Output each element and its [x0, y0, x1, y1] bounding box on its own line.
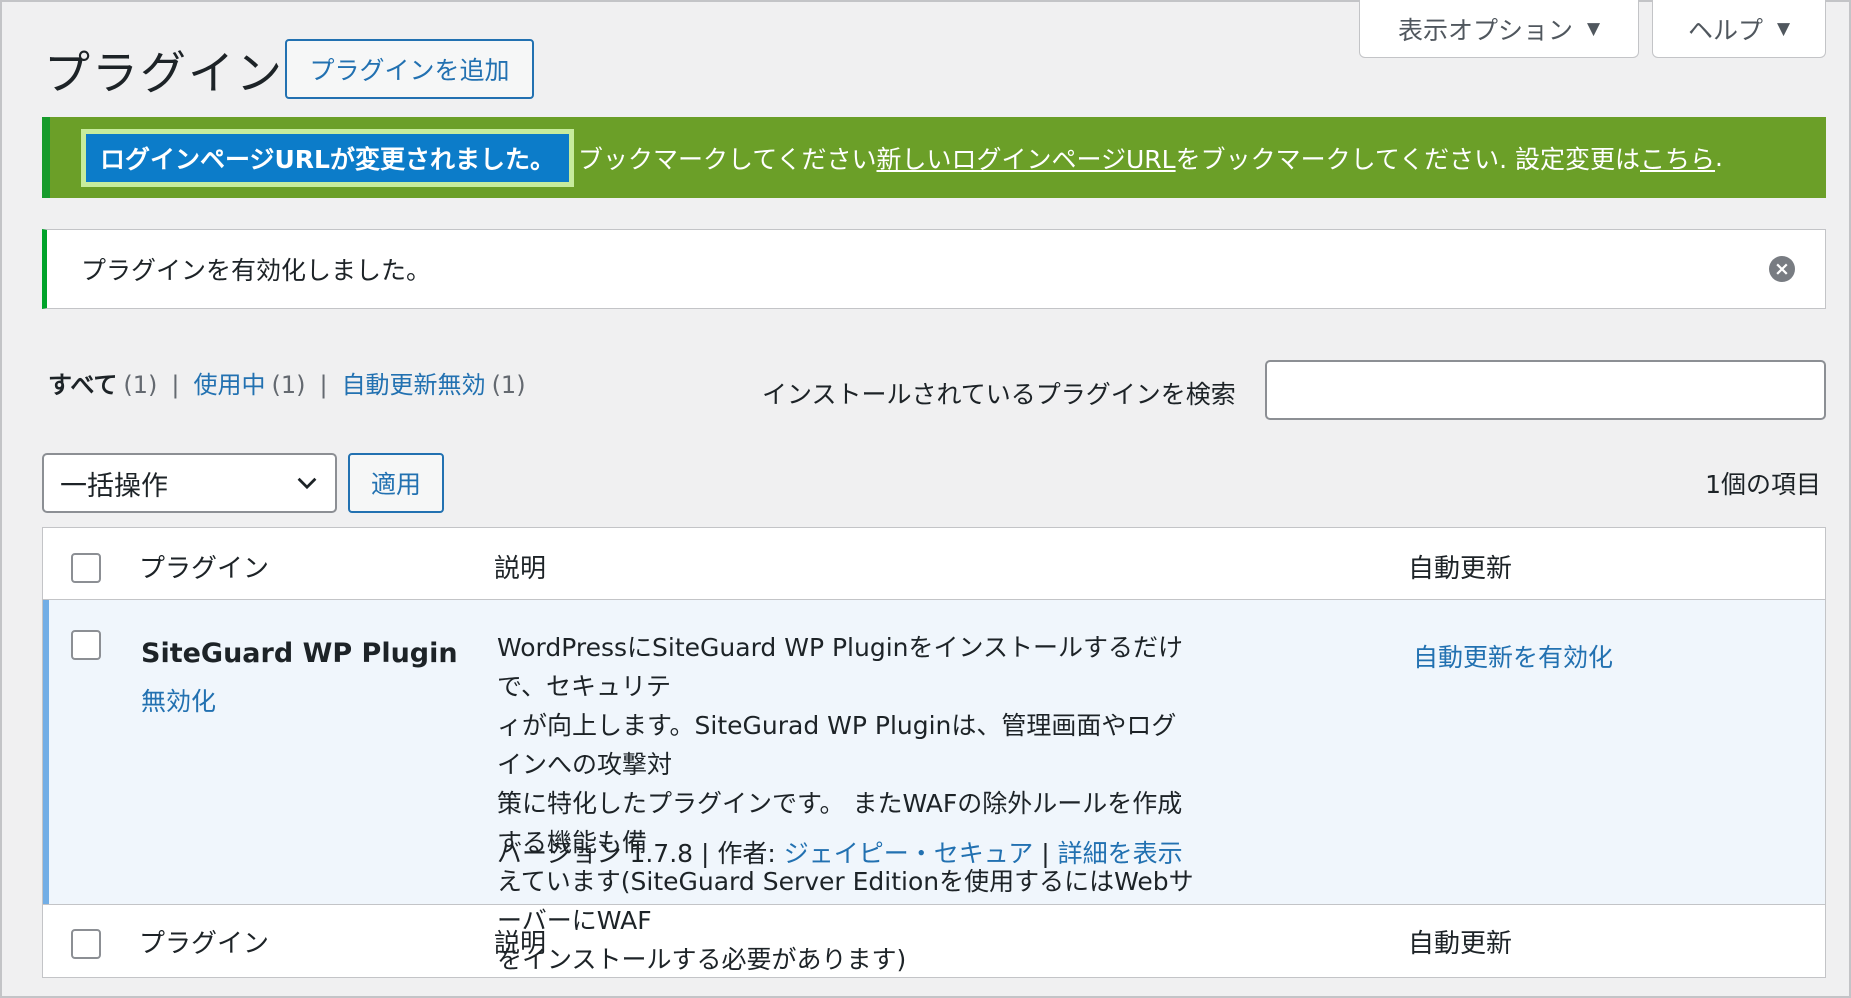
filter-auto-update-disabled[interactable]: 自動更新無効	[342, 365, 486, 400]
login-changed-highlight: ログインページURLが変更されました。	[81, 128, 574, 187]
filter-separator: |	[171, 371, 180, 399]
table-row: SiteGuard WP Plugin 無効化 WordPressにSiteGu…	[43, 600, 1825, 974]
header-description: 説明	[494, 554, 547, 584]
plugin-activated-notice: プラグインを有効化しました。 ×	[42, 229, 1826, 309]
notice-text-2: をブックマークしてください. 設定変更は	[1175, 144, 1641, 174]
description-line: WordPressにSiteGuard WP Pluginをインストールするだけ…	[497, 633, 1184, 701]
caret-down-icon: ▼	[1586, 18, 1601, 39]
filter-auto-update-disabled-count: (1)	[491, 371, 526, 399]
help-tab[interactable]: ヘルプ ▼	[1652, 0, 1826, 58]
plugin-search-input[interactable]	[1265, 360, 1826, 420]
footer-plugin: プラグイン	[139, 929, 270, 959]
select-all-checkbox[interactable]	[71, 553, 101, 583]
login-url-notice: ログインページURLが変更されました。 ブックマークしてください 新しいログイン…	[42, 117, 1826, 198]
dismiss-icon[interactable]: ×	[1769, 256, 1795, 282]
caret-down-icon: ▼	[1776, 18, 1791, 39]
notice-text-1: ブックマークしてください	[577, 144, 877, 174]
select-all-checkbox-footer[interactable]	[71, 929, 101, 959]
search-label: インストールされているプラグインを検索	[762, 380, 1236, 409]
version-author-label: バージョン 1.7.8 | 作者:	[497, 839, 784, 868]
table-footer: プラグイン 説明 自動更新	[43, 904, 1825, 976]
new-login-url-link[interactable]: 新しいログインページURL	[877, 140, 1176, 176]
filter-separator: |	[319, 371, 328, 399]
meta-separator: |	[1033, 839, 1058, 868]
plugin-status-filters: すべて (1) | 使用中 (1) | 自動更新無効 (1)	[48, 365, 526, 400]
footer-description: 説明	[494, 929, 547, 959]
row-checkbox[interactable]	[71, 630, 101, 660]
deactivate-link[interactable]: 無効化	[141, 682, 216, 718]
filter-active-count: (1)	[271, 371, 306, 399]
description-line: ィが向上します。SiteGurad WP Pluginは、管理画面やログインへの…	[497, 711, 1177, 779]
view-details-link[interactable]: 詳細を表示	[1058, 839, 1183, 868]
notice-text-3: .	[1715, 143, 1723, 172]
header-auto-update: 自動更新	[1408, 554, 1513, 584]
footer-auto-update: 自動更新	[1408, 929, 1513, 959]
bulk-action-selected: 一括操作	[60, 470, 168, 502]
bulk-action-select[interactable]: 一括操作	[42, 453, 337, 513]
display-options-label: 表示オプション	[1397, 15, 1573, 45]
plugins-table: プラグイン 説明 自動更新 SiteGuard WP Plugin 無効化 Wo…	[42, 527, 1826, 978]
display-options-tab[interactable]: 表示オプション ▼	[1359, 0, 1639, 58]
filter-all[interactable]: すべて	[48, 365, 117, 400]
activated-notice-text: プラグインを有効化しました。	[81, 256, 432, 285]
help-label: ヘルプ	[1687, 15, 1763, 45]
plugin-name: SiteGuard WP Plugin	[141, 638, 458, 669]
table-header: プラグイン 説明 自動更新	[43, 528, 1825, 600]
apply-button[interactable]: 適用	[348, 453, 444, 513]
chevron-down-icon	[297, 477, 317, 490]
filter-all-count: (1)	[123, 371, 158, 399]
settings-link[interactable]: こちら	[1640, 140, 1715, 176]
author-link[interactable]: ジェイピー・セキュア	[784, 839, 1034, 868]
filter-active[interactable]: 使用中	[193, 365, 265, 400]
page-title: プラグイン	[44, 46, 284, 100]
enable-auto-update-link[interactable]: 自動更新を有効化	[1413, 638, 1613, 674]
plugin-meta: バージョン 1.7.8 | 作者: ジェイピー・セキュア | 詳細を表示	[497, 834, 1183, 870]
add-plugin-button[interactable]: プラグインを追加	[285, 39, 534, 99]
items-count: 1個の項目	[1705, 470, 1821, 499]
header-plugin: プラグイン	[139, 554, 270, 584]
